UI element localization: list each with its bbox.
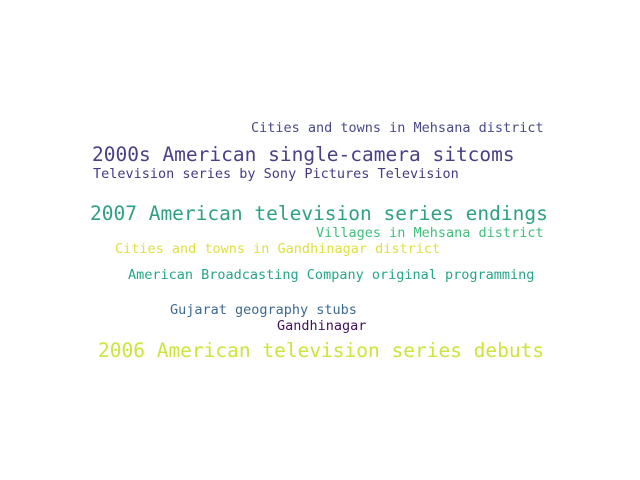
word-abc-original-programming: American Broadcasting Company original p…: [128, 267, 535, 283]
word-villages-mehsana: Villages in Mehsana district: [316, 225, 544, 241]
word-gujarat-geography-stubs: Gujarat geography stubs: [170, 302, 357, 318]
word-gandhinagar: Gandhinagar: [277, 318, 367, 334]
word-2007-series-endings: 2007 American television series endings: [90, 202, 548, 225]
word-cities-towns-gandhinagar: Cities and towns in Gandhinagar district: [115, 241, 441, 257]
word-cloud: Cities and towns in Mehsana district 200…: [0, 0, 640, 480]
word-2006-series-debuts: 2006 American television series debuts: [98, 339, 545, 362]
word-sony-pictures-television: Television series by Sony Pictures Telev…: [93, 166, 459, 182]
word-2000s-single-camera-sitcoms: 2000s American single-camera sitcoms: [92, 143, 515, 166]
word-cities-towns-mehsana: Cities and towns in Mehsana district: [251, 120, 544, 136]
